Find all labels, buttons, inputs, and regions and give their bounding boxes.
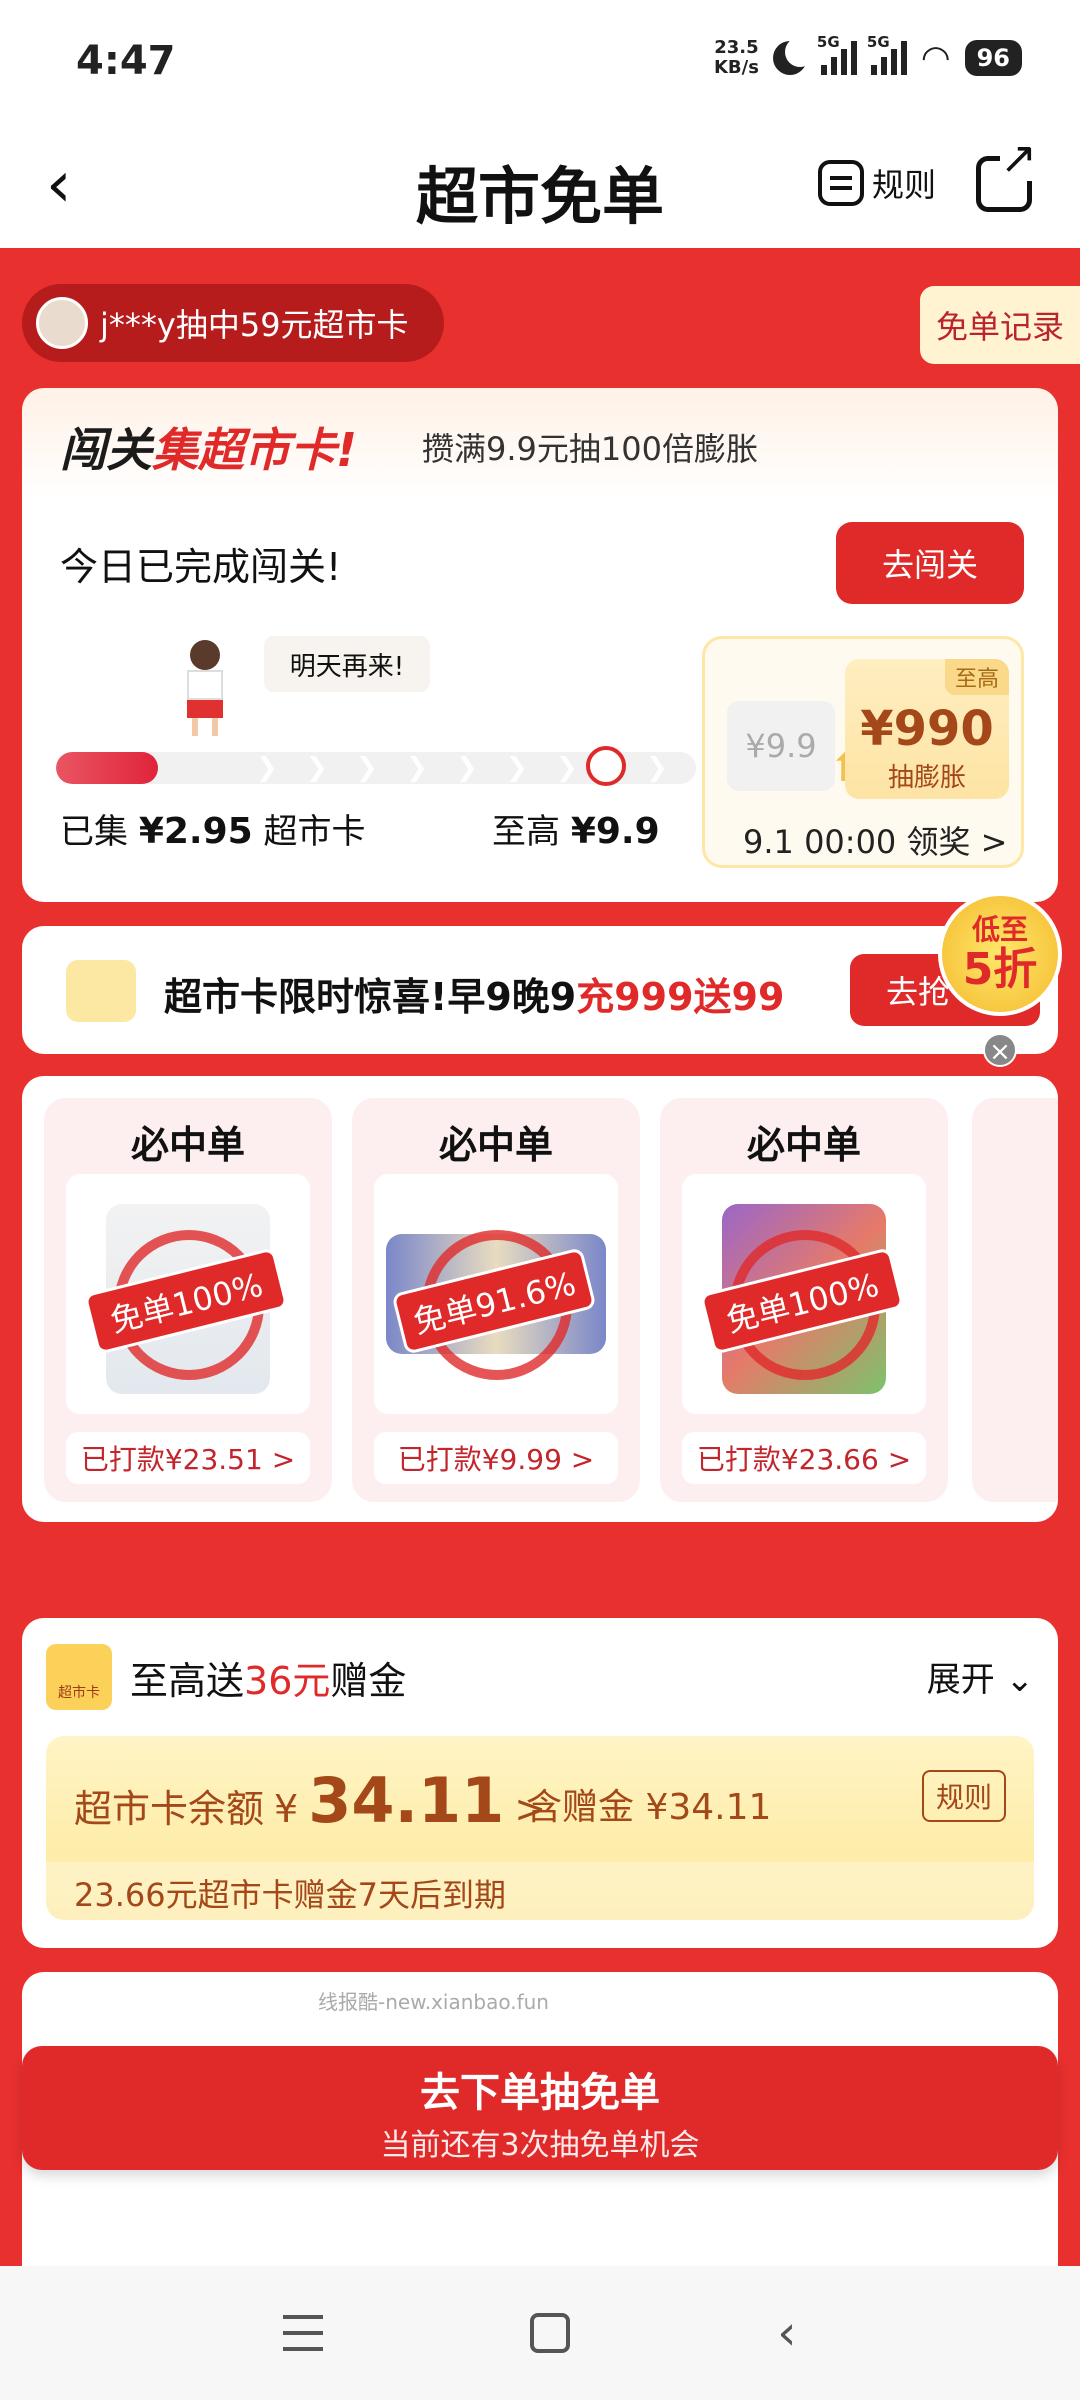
chevron-icon: ❯ <box>306 753 328 783</box>
chevron-icon: ❯ <box>356 753 378 783</box>
paid-amount[interactable]: 已打款¥23.51 > <box>66 1432 310 1484</box>
signal-icon: 5G <box>817 33 857 75</box>
network-speed: 23.5 KB/s <box>713 37 759 78</box>
product-title: 必中单 <box>438 1123 553 1167</box>
rules-label: 规则 <box>871 166 936 204</box>
challenge-card: 闯关集超市卡! 攒满9.9元抽100倍膨胀 今日已完成闯关! 去闯关 明天再来!… <box>22 388 1058 902</box>
speech-bubble: 明天再来! <box>264 636 430 692</box>
home-icon[interactable] <box>530 2313 571 2353</box>
expiry-notice: 23.66元超市卡赠金7天后到期 <box>46 1862 1034 1920</box>
chevron-icon: ❯ <box>506 753 528 783</box>
chevron-icon: ❯ <box>556 753 578 783</box>
product-title: 必中单 <box>130 1123 245 1167</box>
supermarket-card-icon: 超市卡 <box>46 1644 112 1710</box>
paid-amount[interactable]: 已打款¥9.99 > <box>374 1432 618 1484</box>
product-list: 必中单 免单100% 已打款¥23.51 > 必中单 免单91.6% 已打款¥9… <box>22 1076 1058 1522</box>
promo-banner[interactable]: 超市卡限时惊喜!早9晚9充999送99 去抢 <box>22 926 1058 1054</box>
gift-card-icon <box>66 960 136 1022</box>
product-card-peek <box>972 1098 1058 1502</box>
product-title: 必中单 <box>746 1123 861 1167</box>
status-time: 4:47 <box>76 38 176 84</box>
supermarket-card: 超市卡 至高送36元赠金 展开 ⌄ 超市卡余额 ¥34.11 > 含赠金 ¥34… <box>22 1618 1058 1948</box>
card-rules-button[interactable]: 规则 <box>921 1770 1006 1822</box>
product-card[interactable]: 必中单 免单100% 已打款¥23.51 > <box>44 1098 332 1502</box>
prize-box[interactable]: ¥9.9 ⬆ 至高 ¥990 抽膨胀 9.1 00:00 领奖 > <box>702 636 1024 868</box>
gift-title: 至高送36元赠金 <box>130 1659 407 1703</box>
signal-icon-2: 5G <box>867 33 907 75</box>
progress-fill <box>56 752 159 784</box>
chevron-icon: ❯ <box>646 753 668 783</box>
claim-time[interactable]: 9.1 00:00 领奖 > <box>743 817 1007 863</box>
back-icon[interactable]: ‹ <box>777 2305 796 2361</box>
rules-button[interactable]: 规则 <box>817 160 936 206</box>
challenge-status: 今日已完成闯关! <box>60 545 342 589</box>
promo-text: 超市卡限时惊喜!早9晚9充999送99 <box>164 975 785 1019</box>
balance-panel: 超市卡余额 ¥34.11 > 含赠金 ¥34.11 规则 23.66元超市卡赠金… <box>46 1736 1034 1920</box>
chevron-icon: ❯ <box>406 753 428 783</box>
nav-bar: ‹ 超市免单 规则 <box>0 120 1080 248</box>
prize-label: 抽膨胀 <box>887 763 966 793</box>
prize-tag: 至高 <box>944 659 1009 695</box>
status-icons: 23.5 KB/s 5G 5G ◠ 96 <box>713 33 1022 78</box>
chevron-icon: ❯ <box>456 753 478 783</box>
prize-original: ¥9.9 <box>727 701 835 791</box>
prize-amount: ¥990 <box>860 701 994 757</box>
balance[interactable]: 超市卡余额 ¥34.11 > <box>74 1764 546 1837</box>
go-challenge-button[interactable]: 去闯关 <box>836 522 1024 604</box>
watermark: 线报酷-new.xianbao.fun <box>318 1990 549 2014</box>
product-card[interactable]: 必中单 免单100% 已打款¥23.66 > <box>660 1098 948 1502</box>
wifi-icon: ◠ <box>920 38 951 78</box>
avatar <box>36 297 88 349</box>
discount-badge: 低至 5折 <box>938 892 1062 1016</box>
includes-bonus: 含赠金 ¥34.11 <box>526 1787 772 1828</box>
rules-icon <box>817 160 864 206</box>
do-not-disturb-icon <box>772 37 815 75</box>
paid-amount[interactable]: 已打款¥23.66 > <box>682 1432 926 1484</box>
place-order-button[interactable]: 去下单抽免单 当前还有3次抽免单机会 <box>22 2046 1058 2170</box>
menu-icon[interactable] <box>283 2315 324 2351</box>
winner-text: j***y抽中59元超市卡 <box>100 306 409 344</box>
challenge-heading: 闯关集超市卡! <box>60 423 357 477</box>
chevron-icon: ❯ <box>256 753 278 783</box>
challenge-subtitle: 攒满9.9元抽100倍膨胀 <box>422 430 758 468</box>
system-nav-bar: ‹ <box>0 2266 1080 2400</box>
character-icon <box>184 640 228 736</box>
winner-ticker: j***y抽中59元超市卡 <box>22 284 444 362</box>
expand-toggle[interactable]: 展开 ⌄ <box>927 1652 1034 1701</box>
collected-amount: 已集 ¥2.95 超市卡 <box>60 811 366 852</box>
free-order-record-button[interactable]: 免单记录 <box>920 286 1080 364</box>
battery-indicator: 96 <box>964 40 1022 76</box>
max-amount: 至高 ¥9.9 <box>492 811 660 852</box>
product-card[interactable]: 必中单 免单91.6% 已打款¥9.99 > <box>352 1098 640 1502</box>
prize-inflated: 至高 ¥990 抽膨胀 <box>845 659 1009 799</box>
status-bar: 4:47 23.5 KB/s 5G 5G ◠ 96 <box>0 0 1080 120</box>
share-icon[interactable] <box>976 137 1037 212</box>
close-icon[interactable]: × <box>983 1033 1017 1067</box>
progress-node <box>586 746 626 786</box>
